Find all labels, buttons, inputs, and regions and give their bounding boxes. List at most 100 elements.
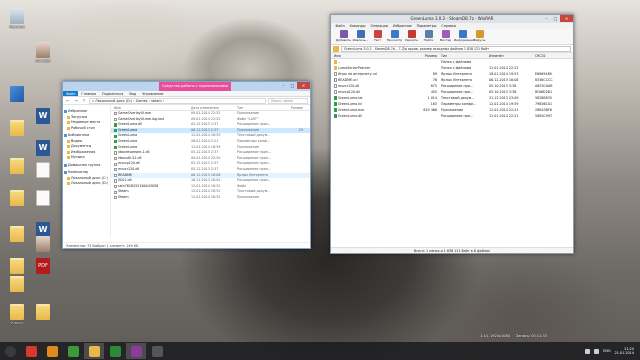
toolbar-button[interactable]: Просмотр: [386, 29, 403, 44]
nav-item-label: Рабочий стол: [71, 125, 95, 130]
back-icon[interactable]: ←: [65, 98, 71, 104]
ribbon-tab[interactable]: Поделиться: [99, 91, 126, 96]
nav-item[interactable]: Локальный диск (D:): [63, 181, 110, 187]
column-name[interactable]: Имя: [331, 53, 417, 58]
file-row[interactable]: Steam 12.01.2014 18:52 Приложение: [111, 195, 310, 201]
toolbar-button-label: Добавить: [335, 38, 352, 42]
toolbar-button-label: Вирусы: [473, 38, 486, 42]
recording-time: Запись: 00:11:33: [515, 334, 547, 338]
folder-icon: [67, 115, 70, 119]
winrar-toolbar: Добавить Извлечь... Тест Просмотр Удалить Най…: [331, 29, 573, 45]
volume-icon[interactable]: [594, 348, 600, 354]
minimize-button[interactable]: –: [279, 82, 288, 89]
toolbar-button[interactable]: Вирусы: [471, 29, 488, 44]
toolbar-button-label: Мастер: [439, 38, 452, 42]
explorer-window[interactable]: Средства работы с приложениями – □ ✕ Фай…: [62, 81, 311, 249]
desktop-shortcut[interactable]: [30, 190, 56, 207]
file-explorer-taskbar-button[interactable]: [84, 343, 104, 359]
desktop-shortcut[interactable]: Корзина: [4, 8, 30, 29]
network-icon[interactable]: [585, 348, 591, 354]
column-date[interactable]: Дата изменения: [191, 105, 237, 110]
desktop-shortcut[interactable]: [30, 162, 56, 179]
language-indicator[interactable]: ENG: [603, 349, 610, 353]
toolbar-button[interactable]: Удалить: [403, 29, 420, 44]
archive-path[interactable]: GreenLuma 3.0.2 - SteamDB.7z\ - 7-Zip ар…: [341, 45, 571, 52]
archive-item-type: Расширение при...: [441, 114, 474, 118]
toolbar-button[interactable]: Добавить: [335, 29, 352, 44]
word-document-icon: W: [36, 140, 50, 156]
recorder-taskbar-button[interactable]: [147, 343, 167, 359]
close-button[interactable]: ✕: [297, 82, 310, 89]
toolbar-button-label: Удалить: [404, 38, 419, 42]
toolbar-button[interactable]: Тест: [369, 29, 386, 44]
view-icon: [390, 30, 399, 38]
winrar-window[interactable]: GreenLuma 3.0.2 - SteamDB.7z - WinRAR – …: [330, 14, 574, 254]
ribbon-tab[interactable]: Управление: [139, 91, 166, 96]
desktop-shortcut[interactable]: PDF: [30, 258, 56, 275]
desktop-shortcut[interactable]: [4, 86, 30, 103]
file-icon: [114, 173, 117, 177]
desktop-shortcut[interactable]: W: [30, 108, 56, 125]
desktop-shortcut[interactable]: [30, 236, 56, 253]
ribbon-tab[interactable]: Главная: [78, 91, 99, 96]
search-input[interactable]: Поиск: steam: [268, 97, 308, 104]
info-icon: [458, 30, 467, 38]
start-button[interactable]: [0, 343, 20, 359]
toolbar-button[interactable]: Найти: [420, 29, 437, 44]
toolbar-button[interactable]: Информация: [454, 29, 474, 44]
opera-taskbar-button[interactable]: [21, 343, 41, 359]
toolbar-button-label: Найти: [423, 38, 434, 42]
maximize-button[interactable]: □: [551, 15, 560, 22]
minimize-button[interactable]: –: [542, 15, 551, 22]
column-size[interactable]: Размер: [417, 53, 439, 58]
column-name[interactable]: Имя: [111, 105, 191, 110]
column-type[interactable]: Тип: [237, 105, 283, 110]
nav-item[interactable]: Музыка: [63, 155, 110, 161]
ribbon-tab[interactable]: Файл: [63, 91, 79, 96]
clock[interactable]: 21:20 21.01.2014: [615, 347, 634, 356]
maximize-button[interactable]: □: [288, 82, 297, 89]
section-icon: [64, 171, 67, 175]
column-modified[interactable]: Изменён: [489, 53, 535, 58]
desktop-shortcut[interactable]: [4, 226, 30, 243]
up-icon[interactable]: ↑: [81, 98, 87, 104]
toolbar-button[interactable]: Мастер: [437, 29, 454, 44]
desktop-shortcut[interactable]: [4, 190, 30, 207]
media-player-taskbar-button[interactable]: [42, 343, 62, 359]
column-size[interactable]: Размер: [283, 105, 305, 110]
ribbon-tab[interactable]: Вид: [126, 91, 139, 96]
winrar-taskbar-button[interactable]: [126, 343, 146, 359]
desktop-shortcut[interactable]: [30, 304, 56, 321]
folder-icon: [10, 190, 24, 206]
explorer-titlebar[interactable]: Средства работы с приложениями – □ ✕: [63, 82, 310, 91]
toolbar-button[interactable]: Извлечь...: [352, 29, 369, 44]
desktop-shortcut[interactable]: W: [30, 140, 56, 157]
folder-icon: [36, 304, 50, 320]
desktop-shortcut[interactable]: Книги: [4, 304, 30, 325]
word-document-icon: W: [36, 108, 50, 124]
folder-up-icon[interactable]: [333, 45, 339, 52]
file-name-cell: Steam: [111, 195, 191, 201]
chrome-taskbar-button[interactable]: [105, 343, 125, 359]
app-green-taskbar-button[interactable]: [63, 343, 83, 359]
file-name: Steam: [118, 194, 129, 199]
file-icon: [114, 168, 117, 172]
winrar-titlebar[interactable]: GreenLuma 3.0.2 - SteamDB.7z - WinRAR – …: [331, 15, 573, 23]
desktop-shortcut[interactable]: [4, 276, 30, 293]
nav-item[interactable]: Рабочий стол: [63, 126, 110, 132]
delete-icon: [407, 30, 416, 38]
address-bar[interactable]: « Локальный диск (D:) › Games › steam ›: [89, 97, 266, 104]
column-type[interactable]: Тип: [439, 53, 489, 58]
column-crc32[interactable]: CRC32: [535, 53, 565, 58]
file-icon: [114, 123, 117, 127]
desktop-shortcut[interactable]: Алгебра: [30, 42, 56, 63]
archive-row[interactable]: GreenLuma.dll Расширение при... 12.01.2014…: [331, 113, 573, 119]
nav-item[interactable]: Домашняя группа: [63, 163, 110, 169]
forward-icon[interactable]: →: [73, 98, 79, 104]
desktop-shortcut[interactable]: [4, 258, 30, 275]
desktop-shortcut[interactable]: [4, 158, 30, 175]
file-icon: [114, 140, 117, 144]
close-button[interactable]: ✕: [560, 15, 573, 22]
desktop-shortcut[interactable]: [4, 120, 30, 137]
text-document-icon: [36, 190, 50, 206]
